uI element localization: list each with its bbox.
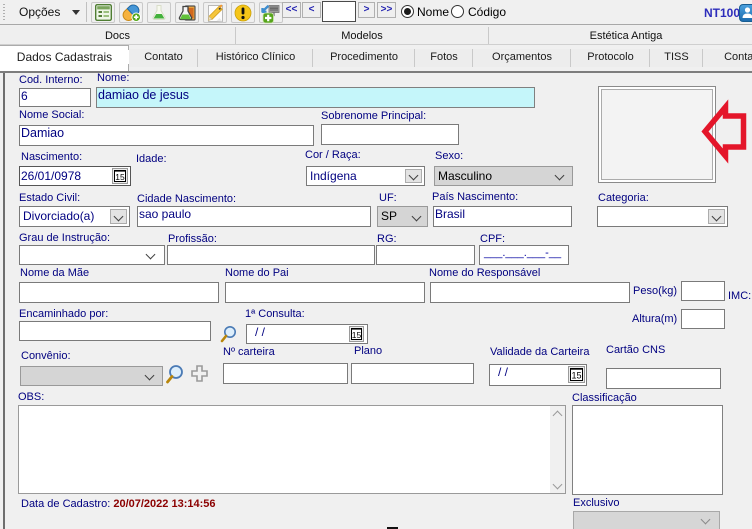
- svg-text:15: 15: [352, 330, 362, 340]
- svg-text:15: 15: [115, 172, 125, 182]
- svg-text:15: 15: [571, 371, 581, 381]
